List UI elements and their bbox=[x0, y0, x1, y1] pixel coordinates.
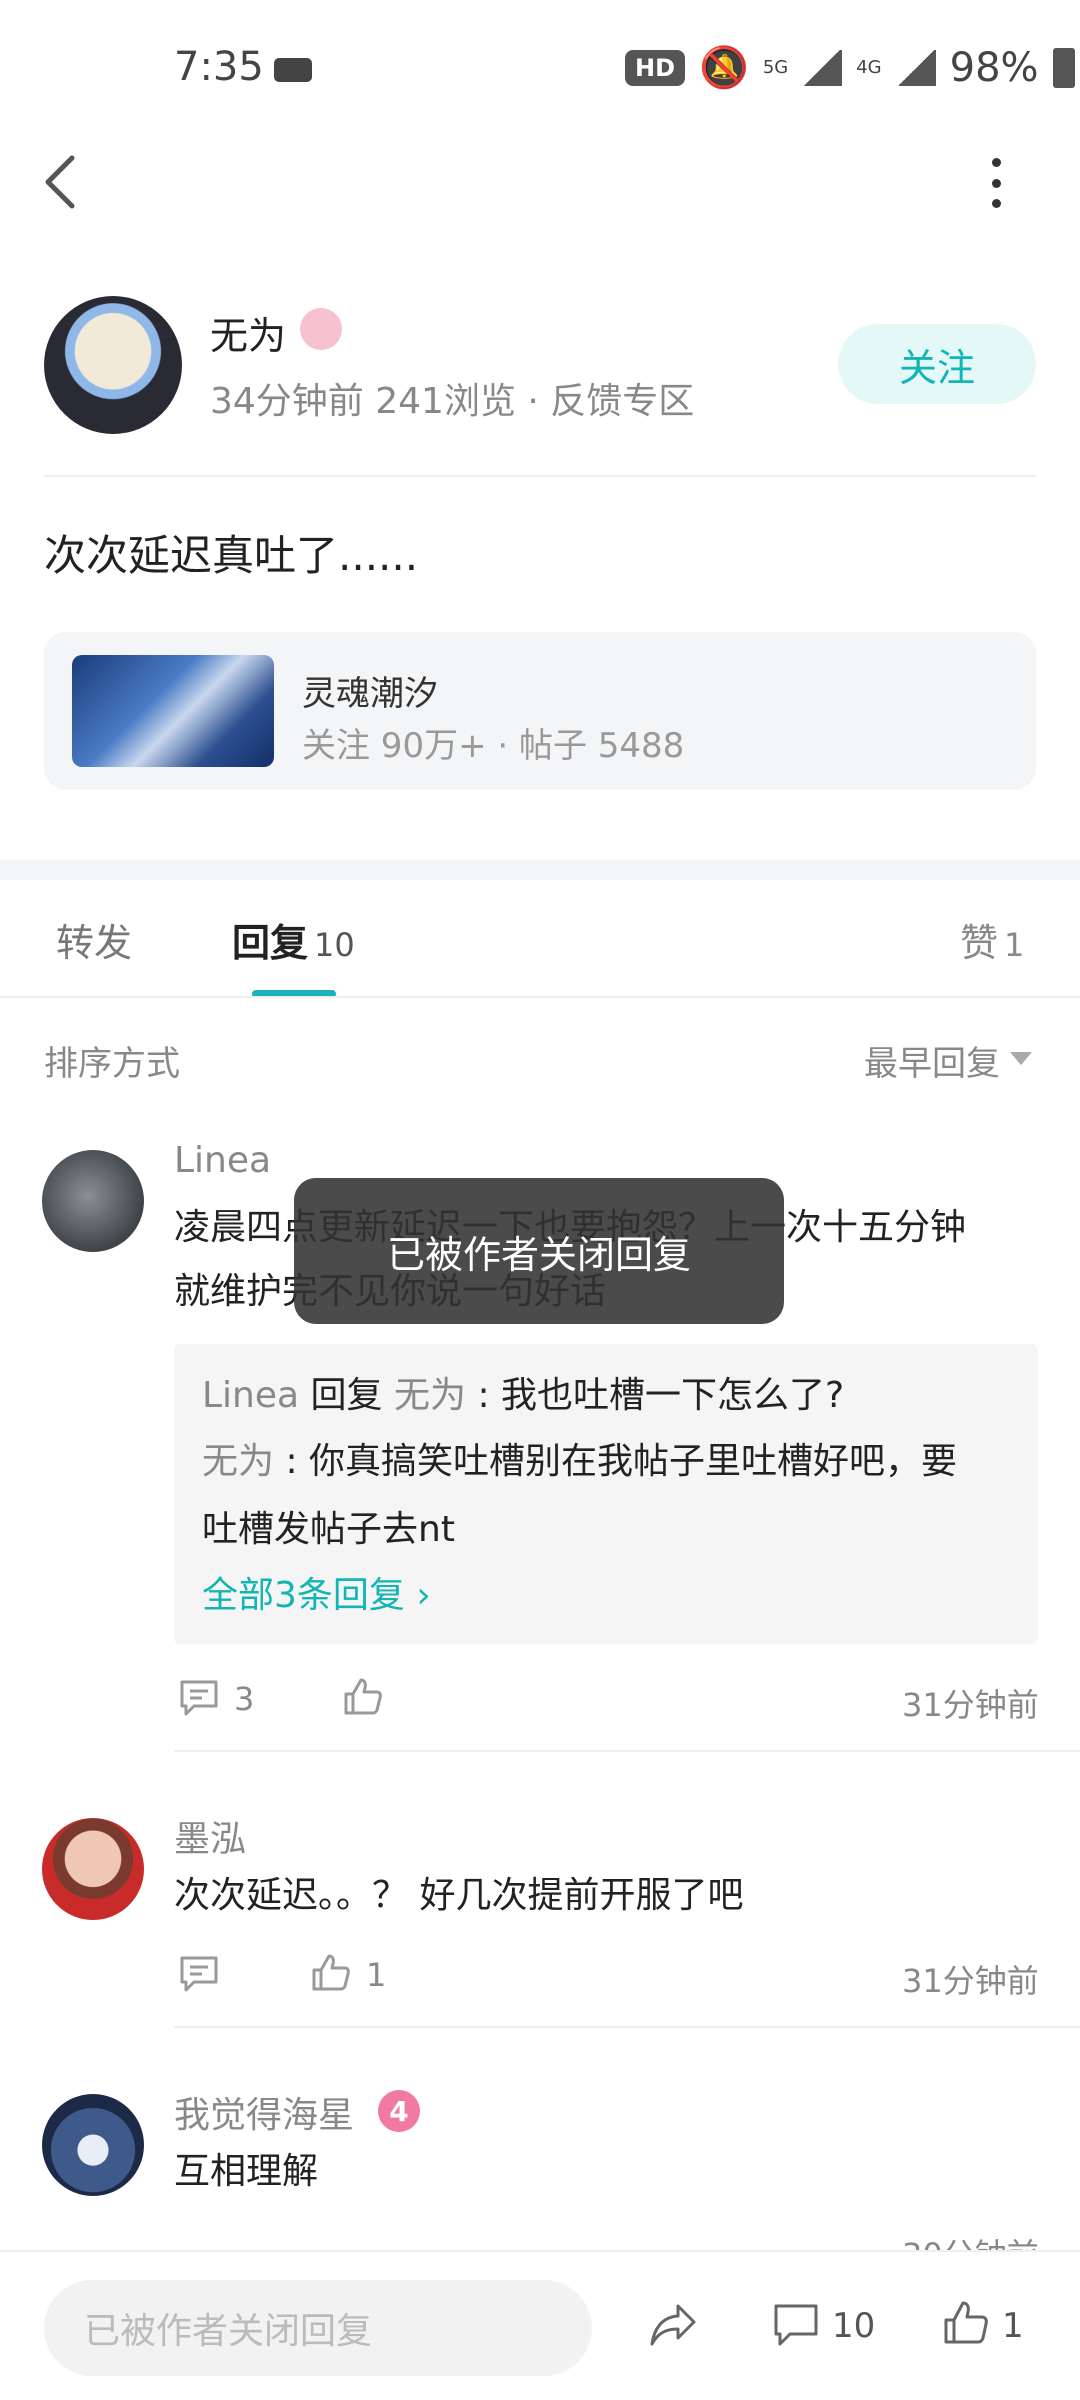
reply-input-disabled[interactable]: 已被作者关闭回复 bbox=[44, 2280, 592, 2376]
more-options-icon[interactable] bbox=[986, 158, 1006, 208]
net-5g-label: 5G bbox=[762, 57, 789, 78]
back-arrow-icon[interactable] bbox=[38, 152, 86, 212]
status-time: 7:35 bbox=[174, 44, 264, 90]
comment-text: 次次延迟。。？ 好几次提前开服了吧 bbox=[174, 1875, 744, 1916]
net-4g-label: 4G bbox=[856, 57, 882, 78]
bottom-comment-count: 10 bbox=[832, 2306, 876, 2346]
reply-line: 吐槽发帖子去nt bbox=[202, 1509, 455, 1550]
reply-line: Linea 回复 无为 : 我也吐槽一下怎么了? bbox=[202, 1375, 845, 1416]
comment-avatar[interactable] bbox=[42, 2094, 144, 2196]
game-controller-icon bbox=[274, 58, 312, 82]
divider bbox=[174, 1750, 1080, 1752]
sort-label: 排序方式 bbox=[44, 1044, 180, 1084]
hd-badge: HD bbox=[625, 49, 686, 86]
comment-time: 31分钟前 bbox=[902, 1962, 1039, 2000]
section-separator bbox=[0, 860, 1080, 880]
post-text: 次次延迟真吐了...... bbox=[44, 531, 419, 580]
comment-time: 31分钟前 bbox=[902, 1686, 1039, 1724]
comment-icon[interactable] bbox=[178, 1678, 220, 1718]
comment-avatar[interactable] bbox=[42, 1818, 144, 1920]
status-icons: HD 🔕 5G 4G 98% bbox=[625, 44, 1075, 91]
view-all-replies-link[interactable]: 全部3条回复 › bbox=[202, 1566, 431, 1618]
share-icon[interactable] bbox=[648, 2302, 698, 2348]
caret-down-icon[interactable] bbox=[1010, 1052, 1032, 1065]
comment-icon[interactable] bbox=[772, 2302, 820, 2348]
comment-avatar[interactable] bbox=[42, 1150, 144, 1252]
battery-icon bbox=[1052, 47, 1075, 88]
circle-name: 灵魂潮汐 bbox=[302, 674, 438, 714]
divider bbox=[174, 2026, 1080, 2028]
circle-thumbnail bbox=[72, 655, 274, 767]
comment-reply-count: 3 bbox=[234, 1680, 255, 1718]
comment-like-count: 1 bbox=[366, 1956, 387, 1994]
follow-button[interactable]: 关注 bbox=[838, 324, 1036, 404]
bottom-like-count: 1 bbox=[1002, 2306, 1024, 2346]
post-meta: 34分钟前 241浏览 · 反馈专区 bbox=[210, 381, 695, 422]
author-name[interactable]: 无为 bbox=[210, 305, 286, 360]
comment-author[interactable]: 我觉得海星 bbox=[174, 2086, 354, 2138]
signal-icon-2 bbox=[895, 49, 936, 86]
level-badge: 4 bbox=[378, 2090, 420, 2132]
tab-like[interactable]: 赞1 bbox=[960, 912, 1024, 967]
author-avatar[interactable] bbox=[44, 296, 182, 434]
comment-author[interactable]: 墨泓 bbox=[174, 1810, 246, 1862]
divider bbox=[44, 475, 1036, 477]
toast-message: 已被作者关闭回复 bbox=[294, 1178, 784, 1324]
tab-forward[interactable]: 转发 bbox=[56, 912, 132, 967]
divider bbox=[0, 996, 1080, 998]
like-icon[interactable] bbox=[942, 2298, 990, 2346]
comment-author[interactable]: Linea bbox=[174, 1140, 271, 1181]
tab-reply[interactable]: 回复 10 bbox=[232, 912, 355, 967]
like-icon[interactable] bbox=[342, 1676, 384, 1716]
circle-meta: 关注 90万+ · 帖子 5488 bbox=[302, 726, 685, 766]
comment-text: 互相理解 bbox=[174, 2151, 319, 2192]
like-icon[interactable] bbox=[310, 1952, 352, 1992]
sort-dropdown[interactable]: 最早回复 bbox=[864, 1036, 1000, 1085]
mute-icon: 🔕 bbox=[699, 45, 749, 91]
reply-line: 无为 : 你真搞笑吐槽别在我帖子里吐槽好吧，要 bbox=[202, 1441, 958, 1482]
like-count: 1 bbox=[1004, 926, 1025, 964]
author-badge-icon bbox=[300, 308, 342, 350]
reply-count: 10 bbox=[314, 926, 355, 964]
battery-percent: 98% bbox=[949, 44, 1039, 91]
comment-icon[interactable] bbox=[178, 1954, 220, 1994]
signal-icon bbox=[802, 49, 843, 86]
